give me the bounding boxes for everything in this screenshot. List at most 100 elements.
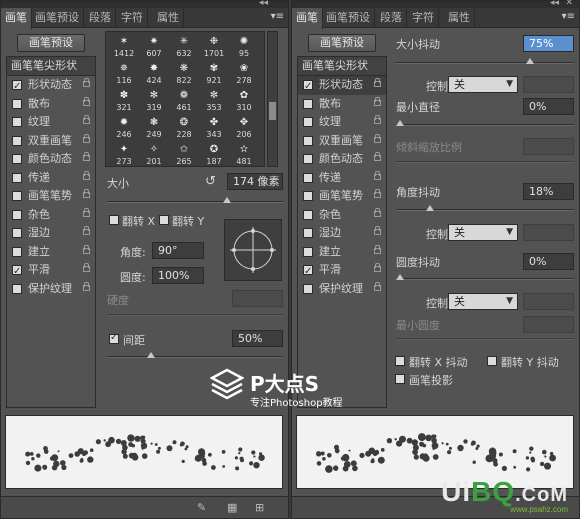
brush-tip-cell[interactable]: ✼ 353 (200, 88, 228, 115)
sidebar-item[interactable]: 散布 (7, 95, 95, 114)
brush-tip-cell[interactable]: ✺ 95 (230, 34, 258, 61)
angle-jitter-field[interactable]: 18% (523, 183, 574, 200)
lock-icon[interactable] (374, 244, 381, 254)
brush-tip-cell[interactable]: ✶ 1412 (110, 34, 138, 61)
sidebar-item[interactable]: 纹理 (7, 113, 95, 132)
size-jitter-slider[interactable] (396, 58, 574, 64)
sidebar-item[interactable]: 双重画笔 (298, 132, 386, 151)
brush-tip-cell[interactable]: ✵ 116 (110, 61, 138, 88)
brush-tip-cell[interactable]: ✪ 187 (200, 142, 228, 166)
tab-properties[interactable]: 属性 (153, 8, 184, 28)
angle-jitter-slider-thumb[interactable] (426, 205, 434, 211)
angle-roundness-widget[interactable] (224, 219, 282, 281)
sidebar-item[interactable]: 颜色动态 (298, 150, 386, 169)
spacing-slider[interactable] (107, 352, 283, 358)
brush-tip-grid[interactable]: ✶ 1412 ✷ 607 ✳ 632 ❉ 1701 ✺ 95 ✵ 116 ✸ 424 ❋ 822 ✾ 921 ❀ 27… (105, 31, 265, 167)
flip-x-checkbox[interactable] (109, 215, 119, 225)
sidebar-item-checkbox[interactable] (12, 172, 22, 183)
lock-icon[interactable] (83, 207, 90, 217)
brush-tip-cell[interactable]: ✻ 319 (140, 88, 168, 115)
tab-properties[interactable]: 属性 (444, 8, 475, 28)
lock-icon[interactable] (374, 96, 381, 106)
brush-projection-checkbox[interactable] (395, 374, 405, 384)
size-slider[interactable] (107, 197, 283, 203)
lock-icon[interactable] (374, 281, 381, 291)
tab-paragraph[interactable]: 段落 (85, 8, 116, 28)
lock-icon[interactable] (83, 115, 90, 124)
min-diameter-slider-thumb[interactable] (396, 120, 404, 126)
sidebar-item-checkbox[interactable] (303, 209, 313, 220)
brush-tip-cell[interactable]: ❉ 1701 (200, 34, 228, 61)
roundness-jitter-slider[interactable] (396, 274, 574, 280)
lock-icon[interactable] (374, 78, 381, 87)
lock-icon[interactable] (83, 189, 90, 198)
sidebar-item-checkbox[interactable] (12, 154, 22, 164)
brush-tip-shape-item[interactable]: 画笔笔尖形状 (7, 57, 95, 76)
tab-brush-presets[interactable]: 画笔预设 (31, 8, 84, 28)
lock-icon[interactable] (83, 244, 90, 254)
sidebar-item[interactable]: 建立 (298, 243, 386, 262)
sidebar-item[interactable]: 平滑 (7, 261, 95, 281)
sidebar-item[interactable]: 画笔笔势 (7, 187, 95, 206)
lock-icon[interactable] (374, 207, 381, 217)
sidebar-item-checkbox[interactable] (12, 263, 22, 281)
flip-x-jitter-checkbox[interactable] (395, 356, 405, 366)
brush-tip-cell[interactable]: ✷ 607 (140, 34, 168, 61)
sidebar-item[interactable]: 杂色 (298, 206, 386, 225)
sidebar-item-checkbox[interactable] (12, 228, 22, 238)
sidebar-item[interactable]: 平滑 (298, 261, 386, 281)
size-field[interactable]: 174 像素 (227, 173, 283, 190)
lock-icon[interactable] (83, 96, 90, 106)
angle-field[interactable]: 90° (152, 242, 204, 259)
sidebar-item[interactable]: 建立 (7, 243, 95, 262)
lock-icon[interactable] (374, 189, 381, 198)
panel-menu-icon[interactable]: ▾≡ (271, 11, 284, 22)
sidebar-item[interactable]: 杂色 (7, 206, 95, 225)
tab-brush-presets[interactable]: 画笔预设 (322, 8, 375, 28)
flip-y-checkbox[interactable] (159, 215, 169, 225)
tab-paragraph[interactable]: 段落 (376, 8, 407, 28)
brush-preset-button[interactable]: 画笔预设 (308, 34, 376, 52)
brush-tip-cell[interactable]: ✿ 310 (230, 88, 258, 115)
sidebar-item-checkbox[interactable] (303, 263, 313, 281)
control-select-2[interactable]: 关 ▼ (448, 224, 518, 241)
collapse-icon[interactable]: ◂◂ (550, 0, 559, 8)
sidebar-item-checkbox[interactable] (12, 135, 22, 146)
roundness-field[interactable]: 100% (152, 267, 204, 284)
sidebar-item-checkbox[interactable] (12, 98, 22, 109)
brush-tip-cell[interactable]: ✫ 481 (230, 142, 258, 166)
sidebar-item-checkbox[interactable] (12, 78, 22, 96)
spacing-field[interactable]: 50% (232, 330, 283, 347)
brush-tip-cell[interactable]: ❂ 228 (170, 115, 198, 142)
control-select-3[interactable]: 关 ▼ (448, 293, 518, 310)
brush-tip-cell[interactable]: ✽ 321 (110, 88, 138, 115)
grid-icon[interactable]: ▦ (227, 501, 237, 514)
sidebar-item-checkbox[interactable] (12, 117, 22, 127)
brush-tool-icon[interactable]: ✎ (197, 501, 206, 514)
sidebar-item-checkbox[interactable] (303, 98, 313, 109)
lock-icon[interactable] (83, 78, 90, 87)
spacing-slider-thumb[interactable] (147, 352, 155, 358)
close-icon[interactable]: ✕ (565, 0, 573, 8)
lock-icon[interactable] (374, 133, 381, 143)
min-diameter-field[interactable]: 0% (523, 98, 574, 115)
lock-icon[interactable] (83, 263, 90, 272)
sidebar-item[interactable]: 传递 (7, 169, 95, 188)
sidebar-item-checkbox[interactable] (303, 154, 313, 164)
sidebar-item-checkbox[interactable] (303, 228, 313, 238)
lock-icon[interactable] (374, 115, 381, 124)
sidebar-item[interactable]: 传递 (298, 169, 386, 188)
sidebar-item-checkbox[interactable] (12, 246, 22, 257)
scroll-thumb[interactable] (269, 102, 276, 120)
sidebar-item[interactable]: 散布 (298, 95, 386, 114)
brush-tip-cell[interactable]: ✳ 632 (170, 34, 198, 61)
flip-y-jitter-checkbox[interactable] (487, 356, 497, 366)
panel-menu-icon[interactable]: ▾≡ (562, 11, 575, 22)
angle-jitter-slider[interactable] (396, 205, 574, 211)
collapse-icon[interactable]: ◂◂ (259, 0, 268, 8)
brush-tip-shape-item[interactable]: 画笔笔尖形状 (298, 57, 386, 76)
brush-tip-cell[interactable]: ✧ 201 (140, 142, 168, 166)
brush-grid-scrollbar[interactable] (267, 31, 278, 167)
sidebar-item[interactable]: 湿边 (7, 224, 95, 243)
sidebar-item[interactable]: 颜色动态 (7, 150, 95, 169)
